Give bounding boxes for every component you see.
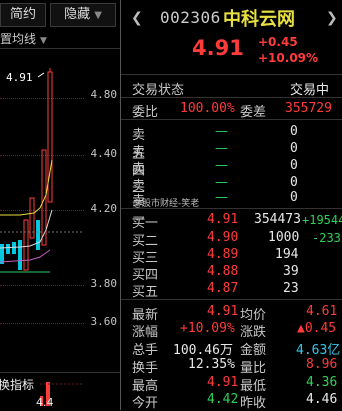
bid-delta: -233 [312, 231, 341, 245]
indicator-label: 换指标 [0, 378, 35, 392]
stat-value: 12.35% [188, 357, 235, 372]
stat-value: 4.36 [306, 375, 338, 390]
stat-value: 8.96 [306, 357, 338, 372]
candle [23, 219, 29, 271]
prev-stock-icon[interactable]: ❮ [131, 10, 143, 26]
bid-volume: 39 [283, 264, 299, 279]
bid-label: 买一 [132, 216, 159, 231]
ask-volume: 0 [290, 158, 298, 173]
dropdown-icon: ▼ [40, 36, 47, 46]
trade-status-value: 交易中 [290, 83, 330, 98]
price-tag-arrow [37, 72, 45, 78]
candle [12, 242, 16, 254]
divider [121, 119, 342, 120]
avg-line-label: 设置均线 [0, 32, 37, 46]
stat-value: 4.91 [207, 375, 239, 390]
avg-line-setting[interactable]: 设置均线▼ [0, 30, 47, 47]
stat-value: +10.09% [180, 321, 235, 336]
ask-price: — [215, 141, 228, 156]
divider [0, 372, 120, 373]
kline-chart [0, 68, 84, 273]
divider [121, 74, 342, 75]
stat-label: 金额 [240, 343, 267, 358]
candle [18, 240, 22, 270]
divider [121, 208, 342, 209]
ask-price: — [215, 158, 228, 173]
price-change: +0.45 +10.09% [258, 34, 318, 66]
ask-price: — [215, 190, 228, 205]
ask-volume: 0 [290, 141, 298, 156]
current-price: 4.91 [192, 36, 244, 60]
switch-indicator-button[interactable]: 换指标 [0, 376, 34, 393]
bid-delta: +19544 [302, 213, 342, 227]
stat-label: 涨跌 [240, 325, 267, 340]
stat-value: 4.61 [306, 304, 338, 319]
candle [0, 244, 4, 264]
ask-volume: 0 [290, 124, 298, 139]
ask-price: — [215, 124, 228, 139]
weicha-label: 委差 [240, 105, 267, 120]
candle [6, 244, 10, 254]
hide-tab-label: 隐藏 [64, 7, 91, 22]
bid-volume: 194 [275, 247, 299, 262]
stock-code: 002306 [160, 8, 221, 27]
bid-price: 4.89 [207, 247, 239, 262]
bid-price: 4.88 [207, 264, 239, 279]
stat-label: 涨幅 [132, 325, 159, 340]
stat-label: 昨收 [240, 396, 267, 411]
chart-panel: 简约 隐藏 ▼ 设置均线▼ 4.80 4.40 4.20 3.80 3.60 4… [0, 0, 120, 410]
weicha-value: 355729 [285, 101, 332, 116]
simple-tab-label: 简约 [9, 7, 36, 22]
bid-price: 4.91 [207, 212, 239, 227]
stock-name: 中科云网 [223, 9, 295, 30]
panel-divider [120, 0, 121, 410]
stat-value: 4.42 [207, 392, 239, 407]
y-tick: 4.20 [90, 202, 118, 215]
ma-line-white [0, 209, 53, 249]
stat-value: 4.63亿 [296, 343, 341, 358]
bid-volume: 1000 [268, 230, 300, 245]
stat-label: 今开 [132, 396, 159, 411]
weibi-label: 委比 [132, 105, 159, 120]
next-stock-icon[interactable]: ❯ [326, 10, 338, 26]
y-tick: 3.80 [90, 277, 118, 290]
stat-value: 4.91 [207, 304, 239, 319]
stat-value: 4.46 [306, 392, 338, 407]
stat-label: 换手 [132, 361, 159, 376]
ask-volume: 0 [290, 190, 298, 205]
bid-price: 4.87 [207, 281, 239, 296]
stat-value: ▲0.45 [297, 321, 337, 336]
divider [121, 299, 342, 300]
y-tick: 4.80 [90, 88, 118, 101]
divider [121, 97, 342, 98]
stat-label: 量比 [240, 361, 267, 376]
y-tick: 3.60 [90, 315, 118, 328]
bid-volume: 354473 [254, 212, 301, 227]
stat-value: 100.46万 [173, 343, 233, 358]
volume-value: 4.4 [36, 396, 54, 409]
ma-line-yellow [0, 159, 53, 216]
bid-label: 买五 [132, 285, 159, 300]
simple-tab[interactable]: 简约 [0, 3, 46, 27]
change-amount: +0.45 [258, 35, 298, 49]
bid-volume: 23 [283, 281, 299, 296]
triangle-down-icon: ▼ [94, 10, 102, 21]
candle [36, 220, 40, 250]
hide-tab[interactable]: 隐藏 ▼ [50, 3, 116, 27]
weibi-value: 100.00% [180, 101, 235, 116]
ask-price: — [215, 175, 228, 190]
ask-volume: 0 [290, 175, 298, 190]
stat-label: 总手 [132, 343, 159, 358]
trade-status-label: 交易状态 [132, 83, 185, 98]
change-percent: +10.09% [258, 51, 319, 65]
y-tick: 4.40 [90, 147, 118, 160]
divider [0, 48, 120, 49]
bid-price: 4.90 [207, 230, 239, 245]
